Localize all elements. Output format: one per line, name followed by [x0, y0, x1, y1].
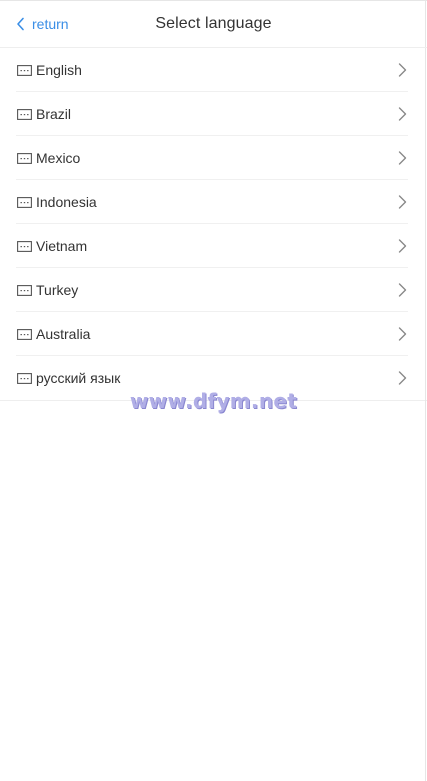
chevron-right-icon: [398, 371, 407, 385]
header-bar: return Select language: [0, 0, 427, 48]
language-item-turkey[interactable]: Turkey: [0, 268, 427, 312]
return-label: return: [32, 15, 69, 32]
keyboard-icon: [16, 372, 32, 384]
language-label: Mexico: [36, 150, 81, 166]
chevron-left-icon: [16, 17, 26, 31]
chevron-right-icon: [398, 327, 407, 341]
language-item-indonesia[interactable]: Indonesia: [0, 180, 427, 224]
keyboard-icon: [16, 152, 32, 164]
chevron-right-icon: [398, 283, 407, 297]
language-item-brazil[interactable]: Brazil: [0, 92, 427, 136]
language-label: Indonesia: [36, 194, 97, 210]
keyboard-icon: [16, 64, 32, 76]
keyboard-icon: [16, 196, 32, 208]
chevron-right-icon: [398, 107, 407, 121]
language-label: Australia: [36, 326, 91, 342]
chevron-right-icon: [398, 63, 407, 77]
chevron-right-icon: [398, 195, 407, 209]
language-item-mexico[interactable]: Mexico: [0, 136, 427, 180]
language-list: English Brazil Mexico Indonesia Vietnam …: [0, 48, 427, 401]
chevron-right-icon: [398, 239, 407, 253]
language-item-australia[interactable]: Australia: [0, 312, 427, 356]
language-label: Turkey: [36, 282, 79, 298]
chevron-right-icon: [398, 151, 407, 165]
page-title: Select language: [155, 14, 272, 32]
language-label: English: [36, 62, 82, 78]
keyboard-icon: [16, 328, 32, 340]
language-item-vietnam[interactable]: Vietnam: [0, 224, 427, 268]
language-label: Brazil: [36, 106, 72, 122]
keyboard-icon: [16, 284, 32, 296]
language-item-russian[interactable]: русский язык: [0, 356, 427, 400]
language-item-english[interactable]: English: [0, 48, 427, 92]
keyboard-icon: [16, 108, 32, 120]
language-label: Vietnam: [36, 238, 88, 254]
language-select-screen: return Select language English Brazil Me…: [0, 0, 427, 781]
language-label: русский язык: [36, 370, 121, 386]
return-button[interactable]: return: [16, 0, 69, 47]
keyboard-icon: [16, 240, 32, 252]
